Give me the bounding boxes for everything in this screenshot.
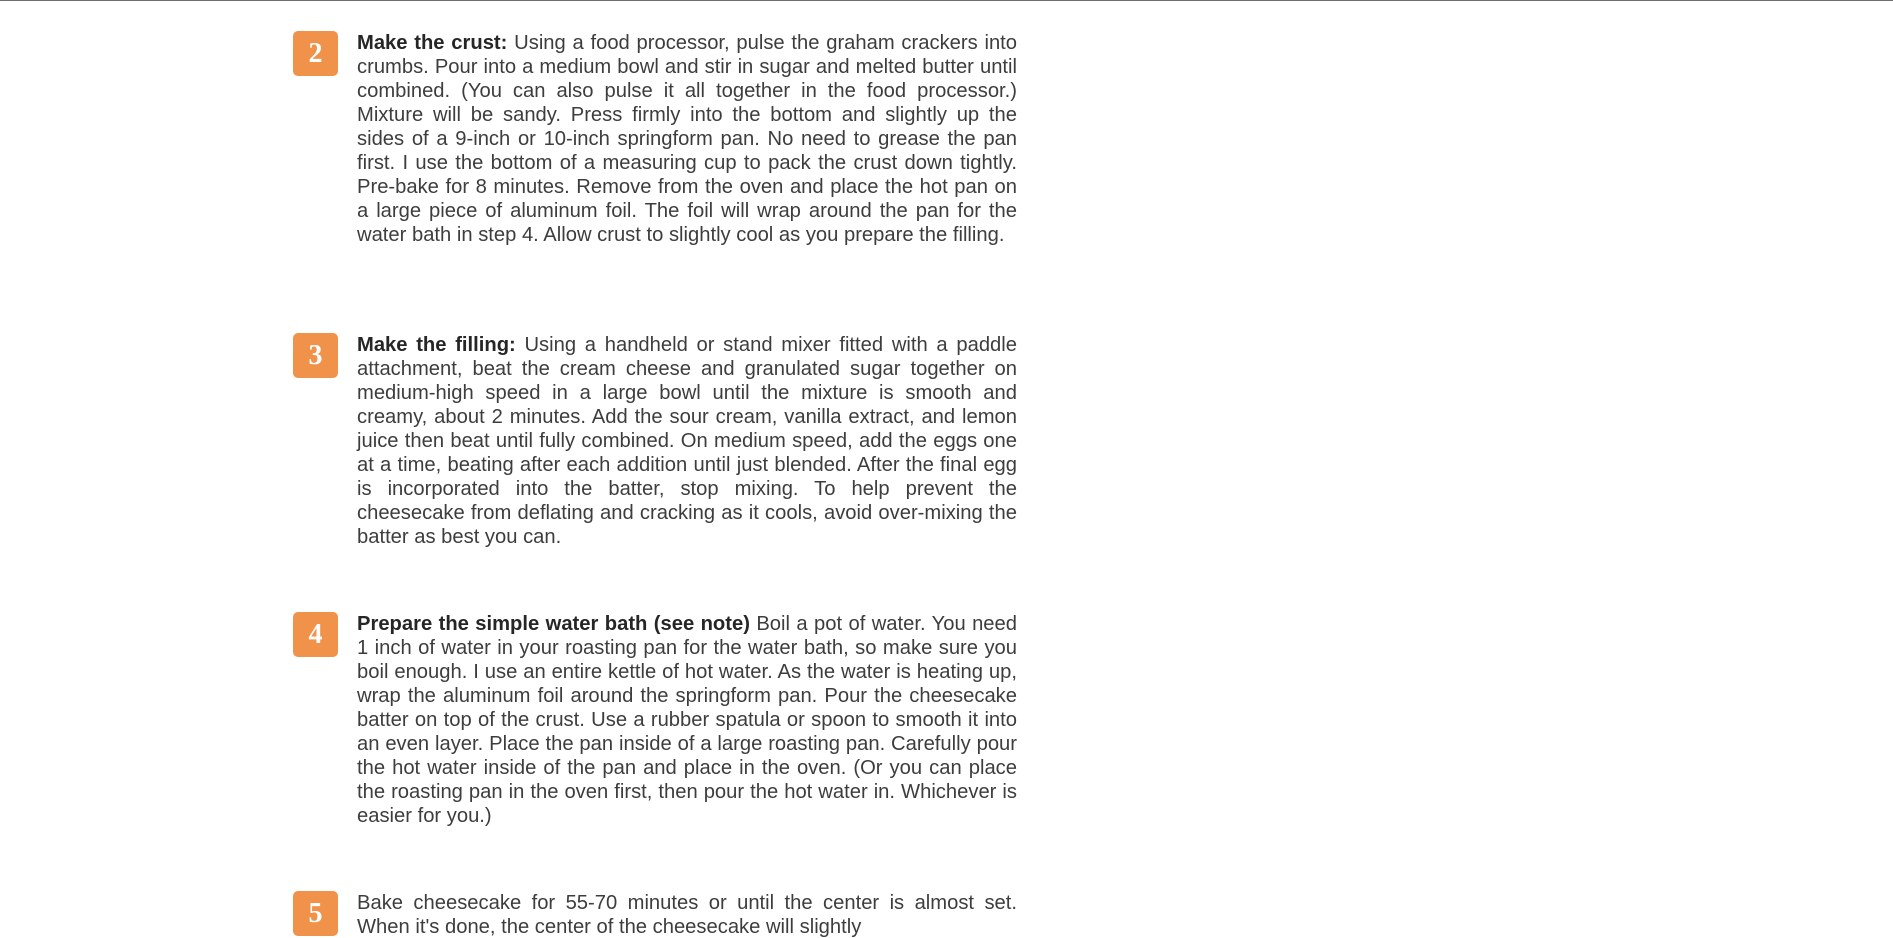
step-body: Make the crust: Using a food processor, …: [357, 31, 1017, 247]
step-text: Using a food processor, pulse the graham…: [357, 32, 1018, 246]
step-text: Boil a pot of water. You need 1 inch of …: [357, 613, 1017, 827]
step-title: Prepare the simple water bath (see note): [357, 613, 750, 635]
step-title: Make the crust:: [357, 32, 508, 54]
step-number-badge: 4: [293, 612, 338, 657]
step-body: Prepare the simple water bath (see note)…: [357, 612, 1017, 828]
step-text: Using a handheld or stand mixer fitted w…: [357, 334, 1017, 548]
step-number-badge: 5: [293, 891, 338, 936]
step-title: Make the filling:: [357, 334, 516, 356]
step-body: Make the filling: Using a handheld or st…: [357, 333, 1017, 549]
step-body: Bake cheesecake for 55-70 minutes or unt…: [357, 891, 1017, 938]
step-number-badge: 3: [293, 333, 338, 378]
step-text: Bake cheesecake for 55-70 minutes or unt…: [357, 892, 1017, 938]
step-number-badge: 2: [293, 31, 338, 76]
instructions-list: 2 Make the crust: Using a food processor…: [0, 0, 1893, 938]
